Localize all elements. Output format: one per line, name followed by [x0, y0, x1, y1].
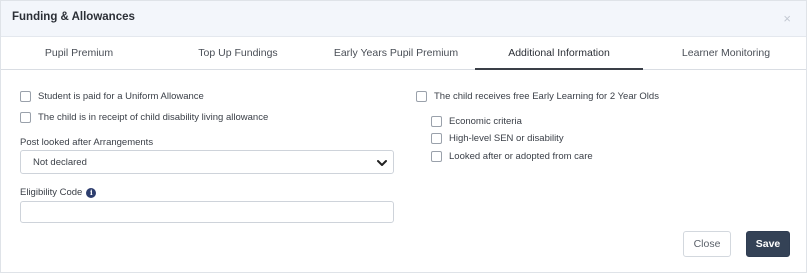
tab-bar: Pupil Premium Top Up Fundings Early Year… [1, 37, 806, 70]
uniform-allowance-checkbox-row[interactable]: Student is paid for a Uniform Allowance [20, 89, 204, 103]
eligibility-code-label: Eligibility Code [20, 187, 83, 198]
uniform-allowance-label: Student is paid for a Uniform Allowance [38, 90, 204, 102]
sen-disability-checkbox[interactable] [431, 132, 442, 144]
dialog-title: Funding & Allowances [12, 11, 135, 23]
sen-disability-label: High-level SEN or disability [449, 132, 564, 144]
tab-early-years-pupil-premium[interactable]: Early Years Pupil Premium [326, 37, 466, 70]
tab-learner-monitoring[interactable]: Learner Monitoring [666, 37, 786, 70]
sen-disability-checkbox-row[interactable]: High-level SEN or disability [431, 131, 564, 145]
tab-top-up-fundings[interactable]: Top Up Fundings [178, 37, 298, 70]
post-lac-select[interactable]: Not declared [20, 150, 394, 174]
close-icon[interactable]: × [783, 11, 791, 26]
economic-criteria-checkbox[interactable] [431, 115, 442, 127]
early-learning-checkbox-row[interactable]: The child receives free Early Learning f… [416, 89, 659, 103]
post-lac-label: Post looked after Arrangements [20, 137, 154, 148]
info-icon[interactable]: i [86, 187, 97, 198]
disability-allowance-checkbox[interactable] [20, 111, 31, 123]
tab-pupil-premium[interactable]: Pupil Premium [19, 37, 139, 70]
tab-additional-information[interactable]: Additional Information [475, 37, 643, 70]
early-learning-checkbox[interactable] [416, 90, 427, 102]
looked-after-checkbox-row[interactable]: Looked after or adopted from care [431, 149, 593, 163]
close-button[interactable]: Close [683, 231, 731, 257]
disability-allowance-label: The child is in receipt of child disabil… [38, 111, 269, 123]
eligibility-code-label-row: Eligibility Code i [20, 187, 97, 198]
economic-criteria-checkbox-row[interactable]: Economic criteria [431, 114, 522, 128]
save-button[interactable]: Save [746, 231, 790, 257]
eligibility-code-input[interactable] [20, 201, 394, 223]
funding-allowances-dialog: Funding & Allowances × Pupil Premium Top… [0, 0, 807, 273]
economic-criteria-label: Economic criteria [449, 115, 522, 127]
looked-after-checkbox[interactable] [431, 150, 442, 162]
disability-allowance-checkbox-row[interactable]: The child is in receipt of child disabil… [20, 110, 268, 124]
post-lac-selected-value: Not declared [33, 157, 87, 168]
early-learning-label: The child receives free Early Learning f… [434, 90, 659, 102]
looked-after-label: Looked after or adopted from care [449, 150, 593, 162]
uniform-allowance-checkbox[interactable] [20, 90, 31, 102]
chevron-down-icon [377, 160, 387, 166]
dialog-header: Funding & Allowances × [1, 1, 806, 37]
